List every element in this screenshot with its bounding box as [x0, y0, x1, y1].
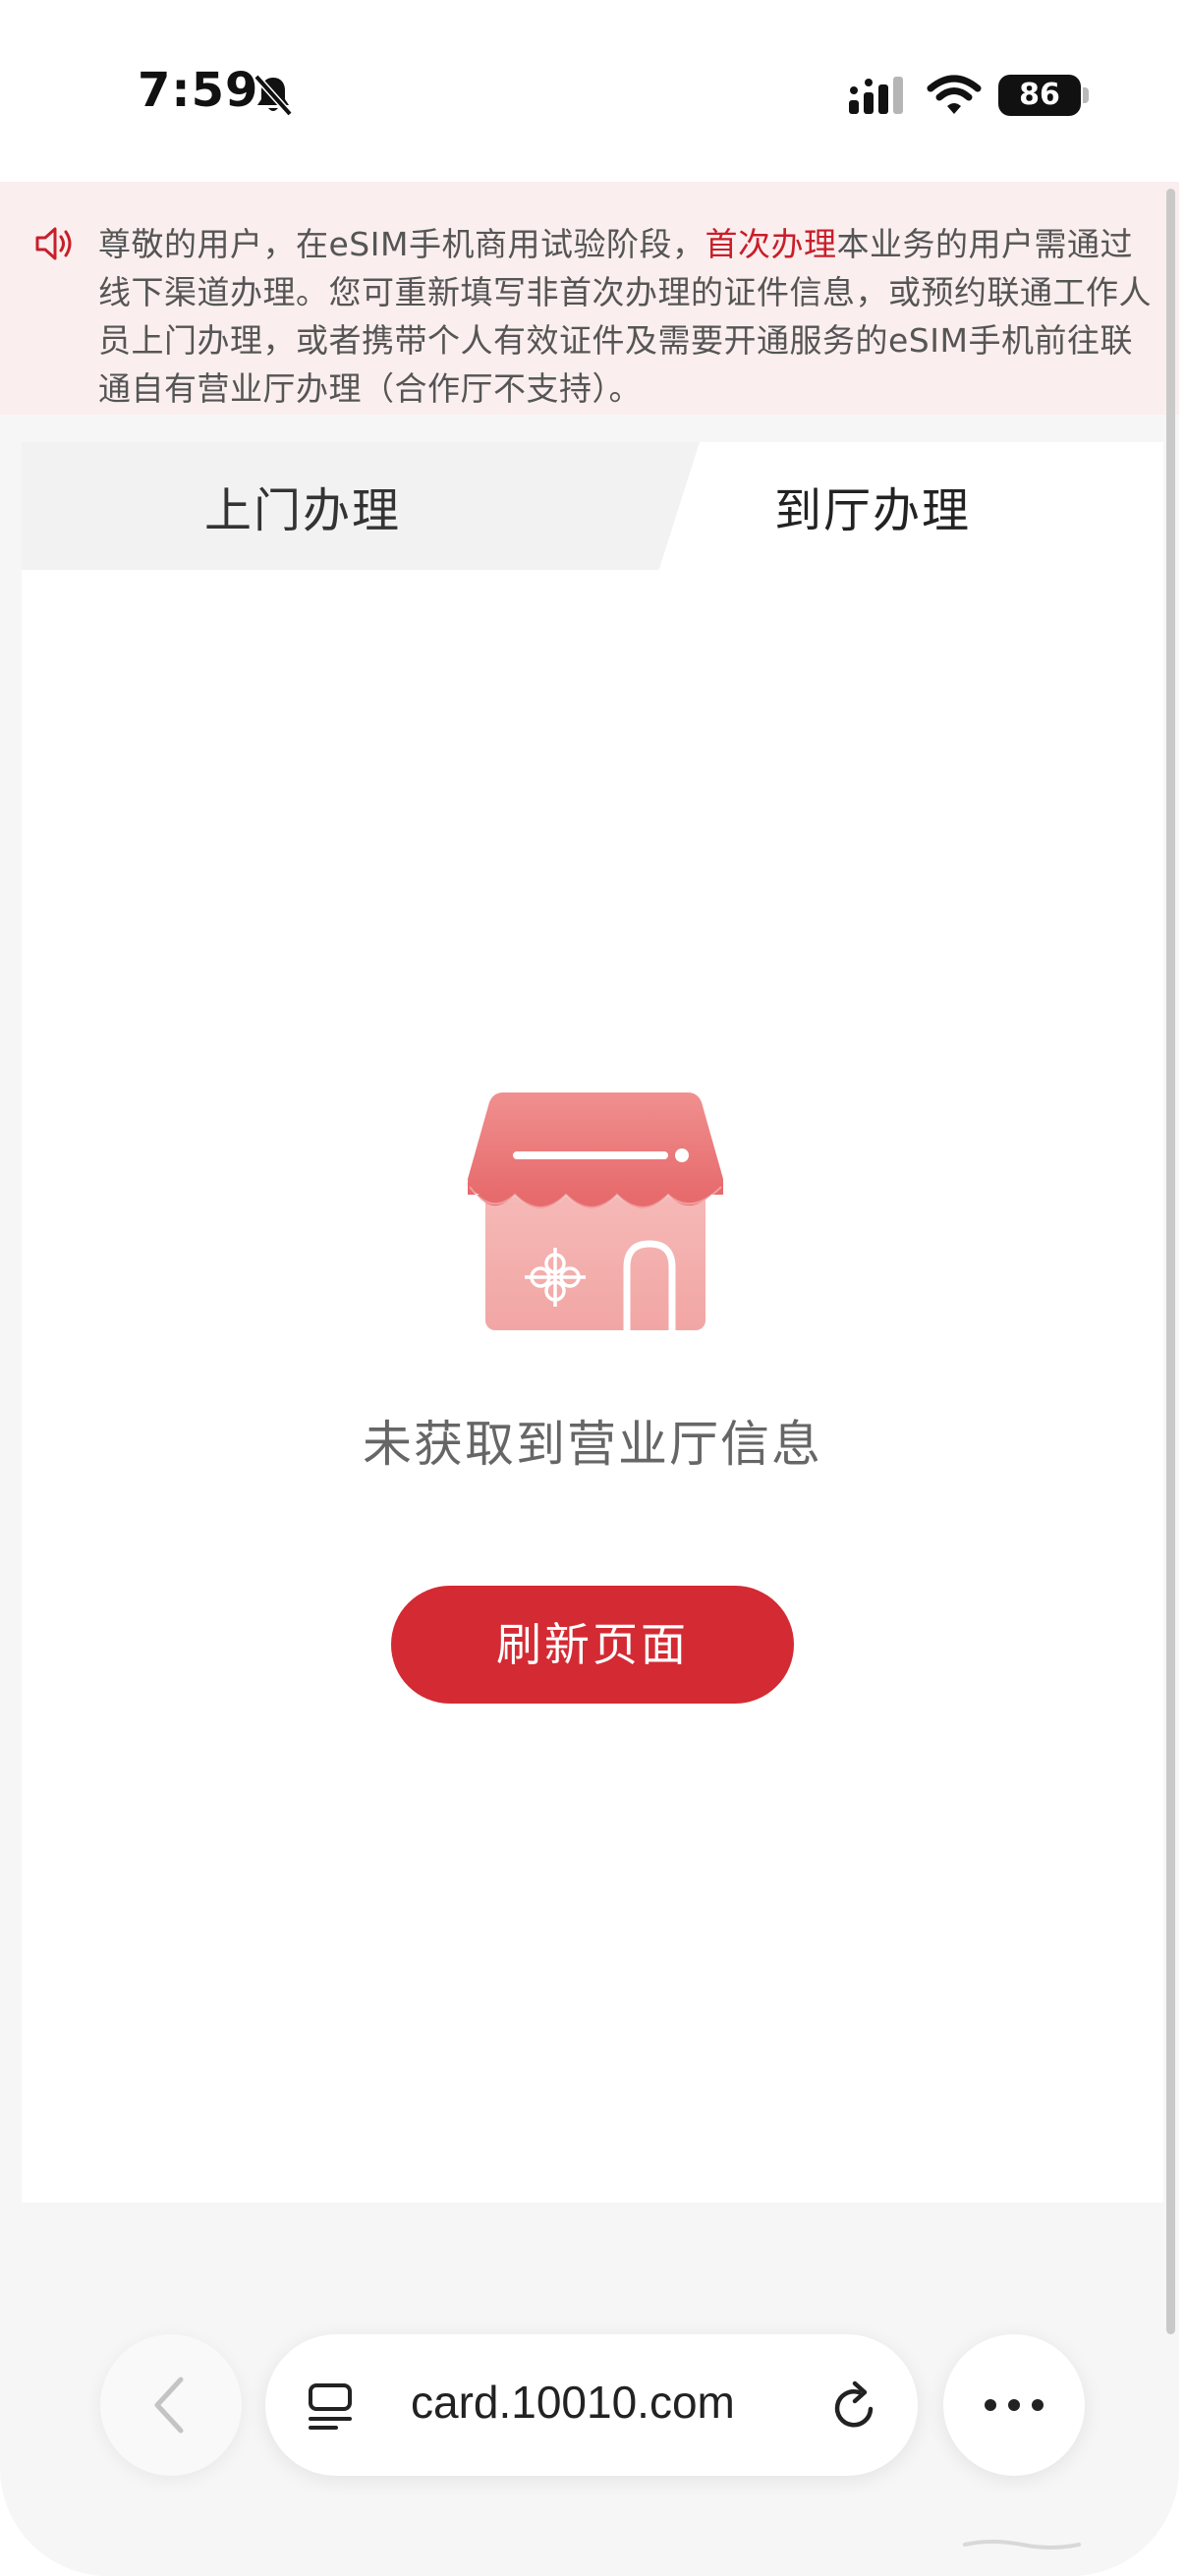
- back-button[interactable]: [100, 2334, 242, 2476]
- empty-state-message: 未获取到营业厅信息: [363, 1416, 822, 1473]
- bell-slash-icon: [254, 74, 293, 117]
- url-text[interactable]: card.10010.com: [411, 2376, 735, 2429]
- scroll-indicator[interactable]: [1166, 189, 1175, 2334]
- address-bar[interactable]: card.10010.com: [265, 2334, 918, 2476]
- reload-icon[interactable]: [829, 2380, 880, 2433]
- notice-highlight: 首次办理: [705, 225, 837, 263]
- phone-screen: 7:59 86 尊敬的用户，在eSIM手机商用试验阶段，首次办理本业务的用户需通…: [0, 0, 1179, 2576]
- tab-store-service-label[interactable]: 到厅办理: [774, 472, 971, 540]
- battery-icon: 86: [998, 75, 1081, 116]
- refresh-page-button[interactable]: 刷新页面: [391, 1586, 794, 1704]
- screen: 7:59 86 尊敬的用户，在eSIM手机商用试验阶段，首次办理本业务的用户需通…: [0, 0, 1185, 2576]
- wifi-icon: [927, 75, 982, 114]
- cellular-signal-icon: [849, 77, 903, 114]
- notice-text-before: 尊敬的用户，在eSIM手机商用试验阶段，: [98, 225, 705, 263]
- content-card: 上门办理 到厅办理 未获取到营业厅信息 刷新页面: [22, 442, 1163, 2203]
- battery-level: 86: [1019, 78, 1060, 112]
- status-time: 7:59: [138, 63, 259, 118]
- reader-icon[interactable]: [307, 2381, 354, 2431]
- notice-text: 尊敬的用户，在eSIM手机商用试验阶段，首次办理本业务的用户需通过线下渠道办理。…: [98, 220, 1152, 413]
- tab-home-service-label[interactable]: 上门办理: [204, 472, 401, 540]
- more-icon: [985, 2399, 1044, 2411]
- battery-cap: [1083, 87, 1089, 103]
- back-chevron-icon: [154, 2377, 184, 2434]
- more-options-button[interactable]: [943, 2334, 1085, 2476]
- home-indicator: [963, 2540, 1081, 2549]
- storefront-icon: [468, 1092, 723, 1330]
- speaker-icon: [35, 227, 72, 260]
- status-bar: 7:59 86: [0, 0, 1179, 182]
